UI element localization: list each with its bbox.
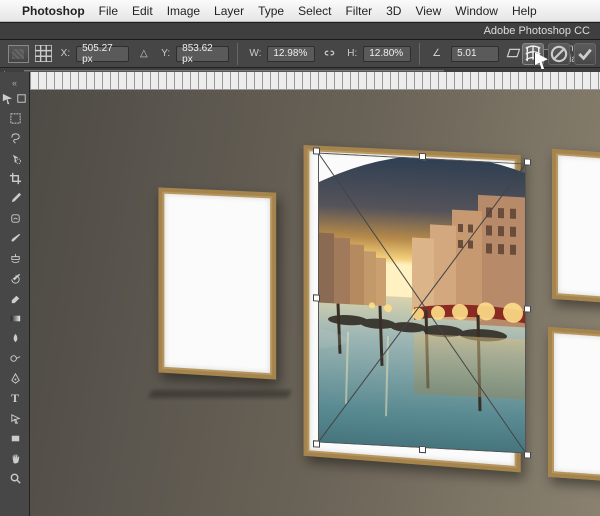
placed-image[interactable]: [318, 153, 526, 454]
y-value[interactable]: 853.62 px: [176, 46, 229, 62]
tools-panel: « T: [0, 72, 30, 516]
handle-bottom-center[interactable]: [419, 446, 426, 453]
x-value[interactable]: 505.27 px: [76, 46, 129, 62]
handle-top-left[interactable]: [313, 147, 320, 154]
menu-window[interactable]: Window: [455, 4, 498, 18]
menu-select[interactable]: Select: [298, 4, 331, 18]
hand-tool[interactable]: [0, 448, 30, 468]
transform-handles[interactable]: [316, 150, 528, 455]
x-label: X:: [61, 48, 70, 59]
menu-help[interactable]: Help: [512, 4, 537, 18]
w-label: W:: [249, 48, 261, 59]
link-wh-icon[interactable]: [321, 45, 338, 63]
dodge-tool[interactable]: [0, 348, 30, 368]
h-label: H:: [347, 48, 357, 59]
canvas[interactable]: [30, 90, 600, 516]
app-title-bar: Adobe Photoshop CC: [0, 22, 600, 40]
crop-tool[interactable]: [0, 168, 30, 188]
history-brush-tool[interactable]: [0, 268, 30, 288]
menu-filter[interactable]: Filter: [345, 4, 372, 18]
handle-mid-right[interactable]: [524, 305, 531, 312]
quick-select-tool[interactable]: [0, 148, 30, 168]
toolbar-collapse-icon[interactable]: «: [0, 78, 29, 88]
handle-bottom-right[interactable]: [524, 451, 531, 458]
gradient-tool[interactable]: [0, 308, 30, 328]
eraser-tool[interactable]: [0, 288, 30, 308]
move-tool[interactable]: [0, 88, 15, 108]
angle-icon: ∠: [428, 45, 445, 63]
options-bar: X: 505.27 px △ Y: 853.62 px W: 12.98% H:…: [0, 40, 600, 68]
menu-3d[interactable]: 3D: [386, 4, 401, 18]
gallery-frame-left: [158, 187, 276, 379]
menu-edit[interactable]: Edit: [132, 4, 153, 18]
zoom-tool[interactable]: [0, 468, 30, 488]
handle-mid-left[interactable]: [313, 294, 320, 301]
delta-icon[interactable]: △: [135, 45, 152, 63]
brush-tool[interactable]: [0, 228, 30, 248]
eyedropper-tool[interactable]: [0, 188, 30, 208]
clone-stamp-tool[interactable]: [0, 248, 30, 268]
mac-menu-bar: Photoshop File Edit Image Layer Type Sel…: [0, 0, 600, 22]
marquee-tool[interactable]: [0, 108, 30, 128]
frame-shadow: [149, 390, 292, 398]
lasso-tool[interactable]: [0, 128, 30, 148]
rectangle-tool[interactable]: [0, 428, 30, 448]
handle-bottom-left[interactable]: [313, 440, 320, 447]
menu-file[interactable]: File: [99, 4, 118, 18]
healing-brush-tool[interactable]: [0, 208, 30, 228]
cancel-transform-button[interactable]: [548, 43, 570, 65]
menu-photoshop[interactable]: Photoshop: [22, 4, 85, 18]
gallery-frame-right-bottom: [548, 327, 600, 483]
menu-type[interactable]: Type: [258, 4, 284, 18]
commit-transform-button[interactable]: [574, 43, 596, 65]
handle-top-right[interactable]: [524, 158, 531, 165]
reference-grid-icon[interactable]: [35, 45, 52, 63]
angle-value[interactable]: 5.01: [451, 46, 499, 62]
path-select-tool[interactable]: [0, 408, 30, 428]
menu-layer[interactable]: Layer: [214, 4, 244, 18]
handle-top-center[interactable]: [419, 153, 426, 160]
type-tool[interactable]: T: [0, 388, 30, 408]
menu-view[interactable]: View: [415, 4, 441, 18]
y-label: Y:: [161, 48, 170, 59]
ruler-horizontal[interactable]: [30, 72, 600, 90]
pen-tool[interactable]: [0, 368, 30, 388]
menu-image[interactable]: Image: [167, 4, 200, 18]
gallery-frame-right-top: [552, 149, 600, 305]
app-title-text: Adobe Photoshop CC: [484, 25, 590, 37]
blur-tool[interactable]: [0, 328, 30, 348]
w-value[interactable]: 12.98%: [267, 46, 315, 62]
skew-h-icon[interactable]: [505, 45, 522, 63]
h-value[interactable]: 12.80%: [363, 46, 411, 62]
artboard-tool[interactable]: [15, 88, 30, 108]
reference-point-icon[interactable]: [8, 45, 29, 63]
